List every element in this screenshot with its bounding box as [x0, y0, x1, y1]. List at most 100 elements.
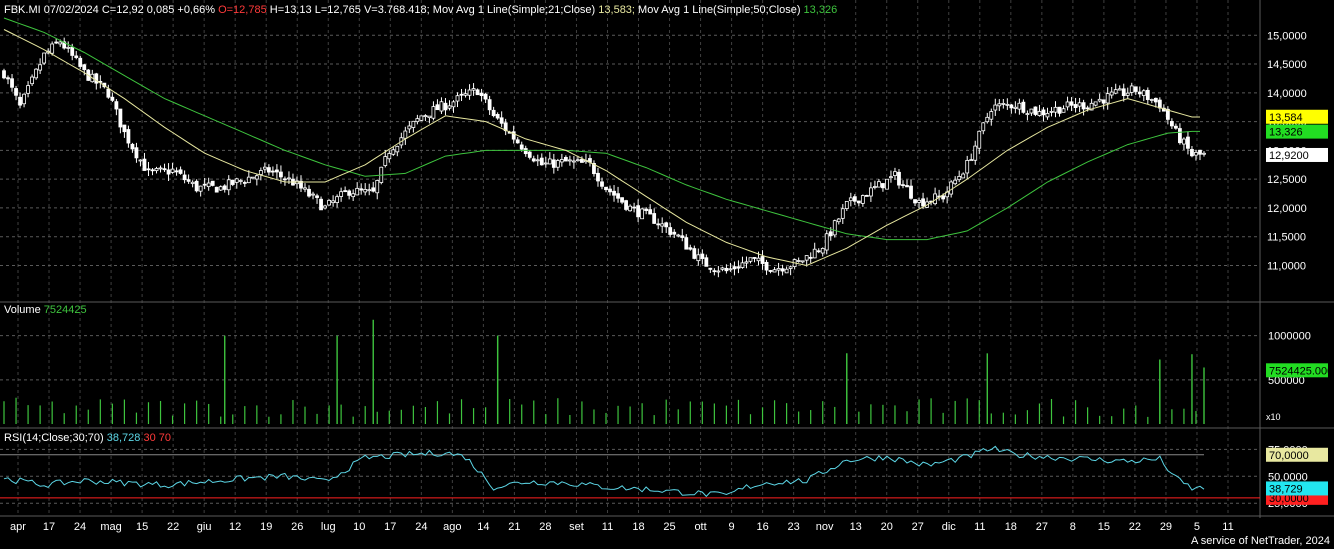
candle-body: [1093, 101, 1098, 106]
candle-body: [720, 267, 725, 270]
time-tick-label: 13: [850, 521, 862, 533]
candle-body: [491, 109, 496, 117]
candle-body: [411, 120, 416, 128]
candle-body: [724, 267, 729, 272]
candle-body: [230, 179, 235, 185]
candle-body: [331, 200, 335, 204]
time-tick-label: 27: [912, 521, 924, 533]
time-tick-label: 27: [1036, 521, 1048, 533]
time-tick-label: 28: [539, 521, 551, 533]
ma50-label: Mov Avg 1 Line(Simple;50;Close): [638, 4, 801, 16]
candle-body: [431, 106, 436, 119]
open-value: O=12,785: [218, 4, 267, 16]
time-tick-label: giu: [197, 521, 212, 533]
candle-body: [419, 115, 424, 121]
time-tick-label: 21: [508, 521, 520, 533]
candle-body: [820, 248, 825, 254]
candle-body: [311, 193, 315, 196]
time-tick-label: 11: [1222, 521, 1233, 533]
candle-body: [134, 147, 139, 159]
time-tick-label: 24: [74, 521, 86, 533]
candle-body: [54, 41, 59, 44]
candle-body: [106, 88, 111, 98]
candle-body: [969, 159, 974, 162]
time-tick-label: ago: [443, 521, 461, 533]
candle-body: [828, 231, 833, 237]
candle-body: [395, 145, 400, 153]
candle-body: [668, 227, 673, 235]
candle-body: [1049, 111, 1054, 113]
candle-body: [692, 248, 697, 259]
candle-body: [744, 261, 749, 264]
candle-body: [1194, 152, 1198, 156]
date: 07/02/2024: [43, 4, 99, 16]
candle-body: [287, 177, 291, 180]
candle-body: [1157, 99, 1162, 109]
close-value: C=12,92 0,085 +0,66%: [101, 4, 216, 16]
time-tick-label: 20: [881, 521, 893, 533]
candle-body: [624, 200, 628, 210]
candle-body: [206, 182, 211, 188]
rsi-high: 70: [158, 432, 172, 444]
ma50-tag: 13,326: [1269, 127, 1303, 139]
candle-body: [339, 191, 344, 197]
candle-body: [676, 234, 681, 237]
candle-body: [142, 158, 147, 171]
candle-body: [30, 76, 34, 85]
candle-body: [740, 262, 745, 268]
candle-body: [596, 172, 600, 182]
candle-body: [780, 268, 785, 272]
price-tick-label: 12,5000: [1267, 174, 1307, 186]
candle-body: [10, 78, 14, 88]
candle-body: [130, 143, 135, 150]
rsi-value: 38,728: [106, 432, 141, 444]
candle-body: [22, 93, 26, 105]
candle-body: [182, 174, 187, 181]
candle-body: [26, 85, 30, 94]
candle-body: [198, 185, 203, 192]
close-tag: 12,9200: [1269, 150, 1309, 162]
candle-body: [600, 181, 604, 187]
candle-body: [118, 108, 123, 128]
candle-body: [567, 159, 572, 162]
candle-body: [114, 101, 119, 110]
candle-body: [997, 103, 1002, 107]
candle-body: [848, 197, 853, 202]
candle-body: [652, 213, 657, 224]
candle-body: [78, 57, 83, 67]
candle-body: [889, 176, 893, 179]
candle-body: [612, 190, 616, 196]
candle-body: [796, 260, 801, 262]
time-tick-label: 25: [663, 521, 675, 533]
time-tick-label: 16: [756, 521, 768, 533]
volume-scale-tag: x10: [1266, 412, 1281, 422]
candle-body: [387, 153, 392, 160]
candle-body: [335, 196, 340, 203]
candle-body: [576, 159, 580, 162]
ma50-value: 13,326: [803, 4, 838, 16]
candle-body: [680, 235, 685, 238]
candle-body: [1198, 149, 1202, 155]
candle-body: [327, 200, 331, 206]
candle-body: [1013, 106, 1018, 109]
candle-body: [1085, 107, 1090, 110]
candle-body: [656, 223, 661, 226]
candle-body: [242, 182, 247, 184]
candle-body: [266, 167, 271, 173]
candle-body: [1005, 103, 1010, 106]
candle-body: [881, 183, 885, 189]
candle-body: [732, 266, 737, 270]
candle-body: [407, 125, 412, 130]
volume-header: Volume 7524425: [4, 304, 87, 317]
ma50-line: [3, 17, 1200, 241]
candle-body: [222, 185, 227, 190]
candle-body: [343, 190, 348, 193]
candle-body: [190, 181, 195, 184]
candle-body: [844, 200, 849, 209]
candle-body: [632, 206, 637, 209]
time-tick-label: 18: [1005, 521, 1017, 533]
candle-body: [1033, 106, 1038, 115]
candle-body: [383, 156, 388, 166]
candle-body: [1029, 108, 1034, 114]
candle-body: [527, 151, 532, 158]
